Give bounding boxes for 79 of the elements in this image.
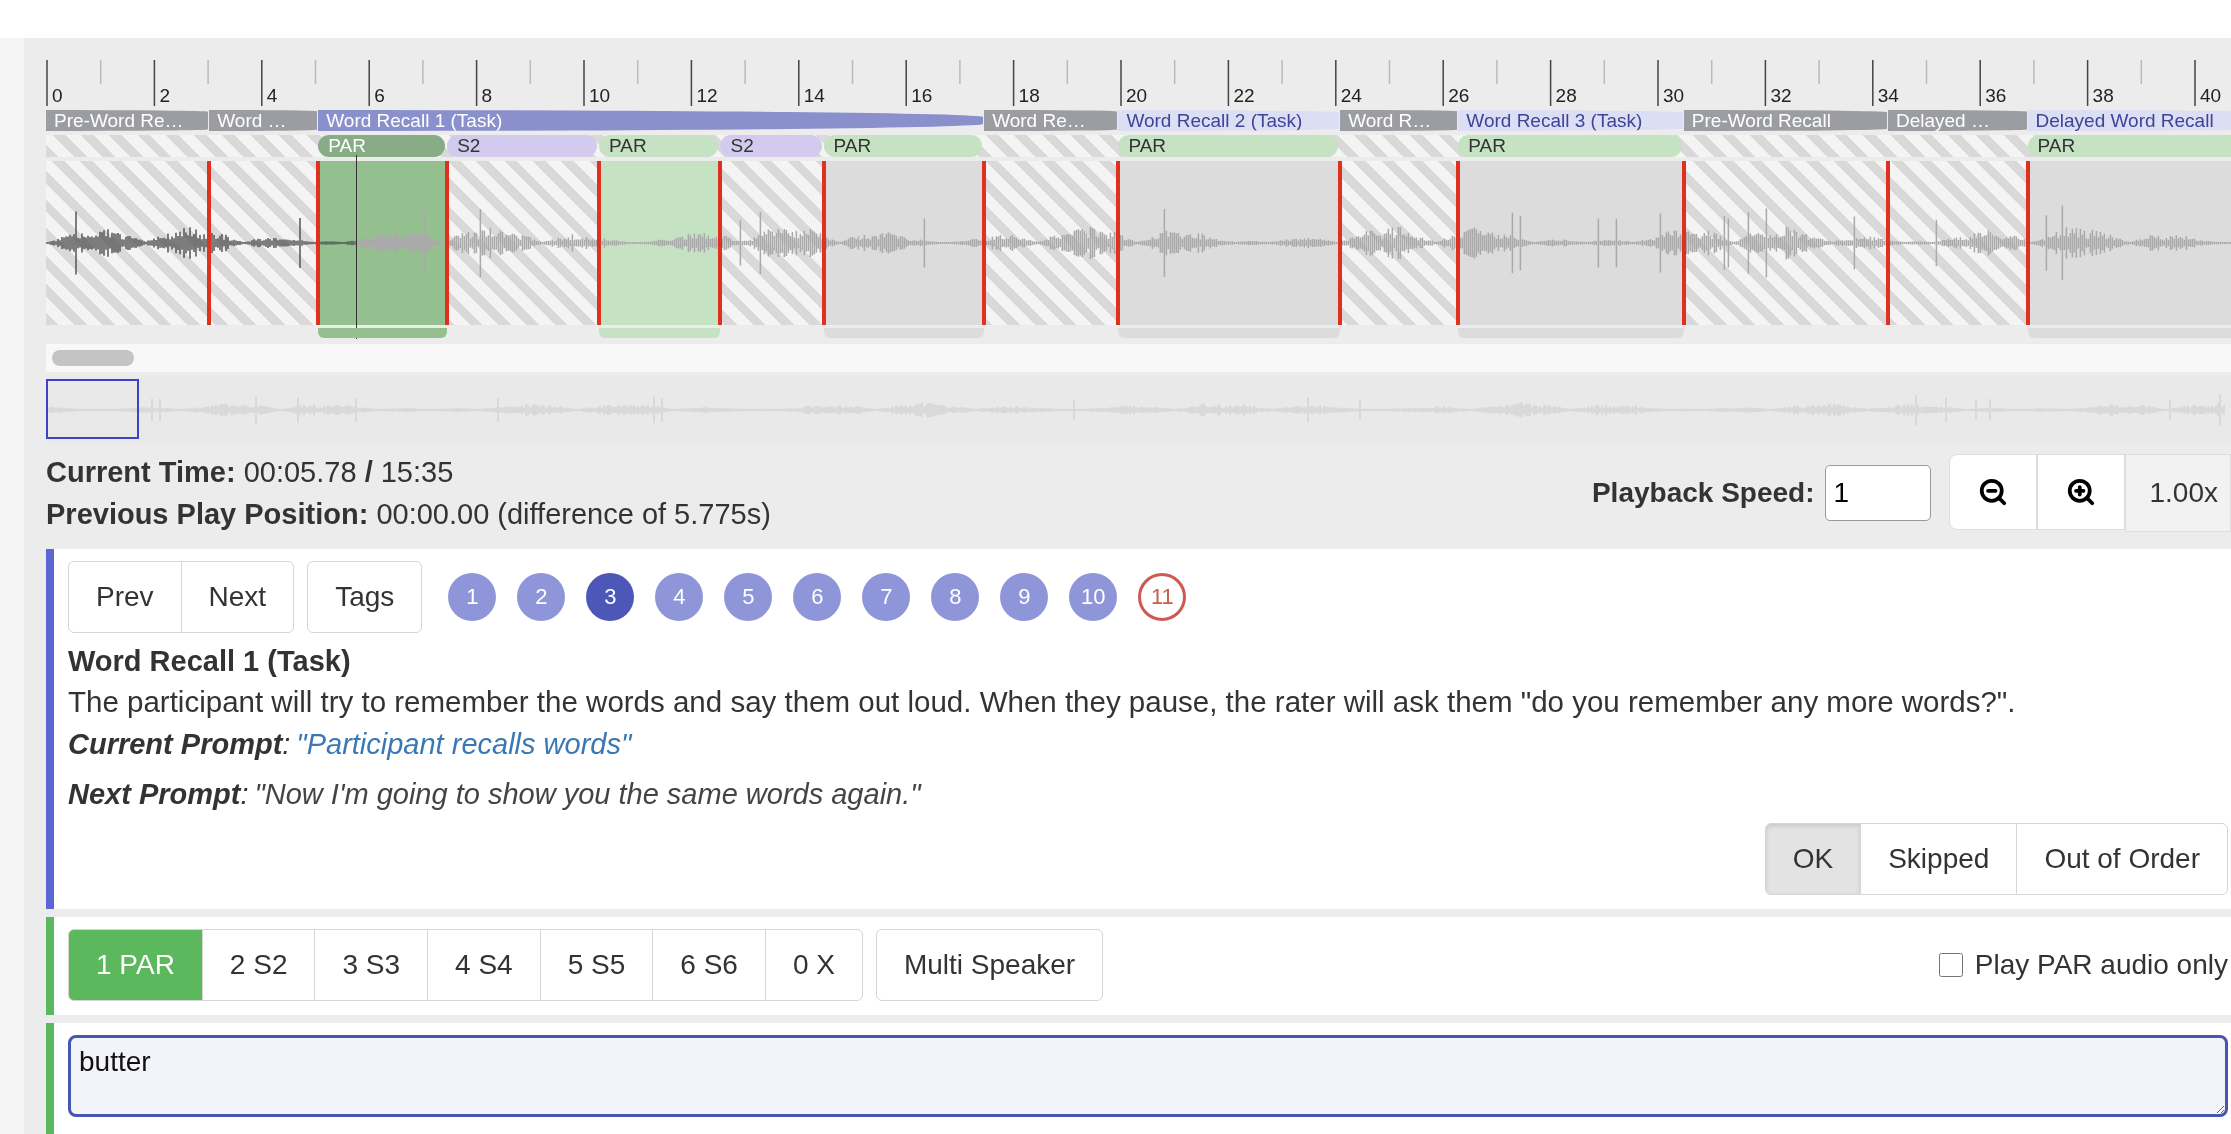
ruler-label: 38 <box>2092 86 2114 106</box>
nav-button[interactable]: Next <box>180 561 295 633</box>
ruler-label: 24 <box>1340 86 1362 106</box>
multi-speaker-button[interactable]: Multi Speaker <box>875 929 1104 1001</box>
speaker-button[interactable]: 0 X <box>764 929 863 1001</box>
ruler-label: 6 <box>374 86 385 106</box>
speaker-segment[interactable]: PAR <box>2027 135 2231 157</box>
step-button[interactable]: 3 <box>586 573 635 621</box>
speaker-segment[interactable]: S2 <box>447 135 598 157</box>
prompt-label: Next Prompt: <box>68 778 249 810</box>
scrollbar-thumb[interactable] <box>52 350 134 366</box>
ruler-label: 22 <box>1233 86 1255 106</box>
prompt-text: "Now I'm going to show you the same words again." <box>254 778 921 810</box>
ruler-label: 18 <box>1018 86 1040 106</box>
ruler-label: 28 <box>1555 86 1577 106</box>
ruler-label: 12 <box>696 86 718 106</box>
speed-label: Playback Speed: <box>1591 477 1815 509</box>
speaker-segment[interactable]: S2 <box>720 135 822 157</box>
ruler-label: 26 <box>1448 86 1470 106</box>
boundary-marker[interactable] <box>2025 161 2030 325</box>
boundary-marker[interactable] <box>718 161 723 325</box>
ruler-label: 16 <box>911 86 933 106</box>
transcript-field[interactable]: butter <box>68 1035 2228 1117</box>
speaker-button[interactable]: 6 S6 <box>652 929 766 1001</box>
speed-input[interactable]: 1 <box>1824 465 1931 521</box>
task-segment[interactable]: Delayed Word Recall <box>2027 110 2231 131</box>
ruler-label: 8 <box>481 86 493 106</box>
nav-button[interactable]: Prev <box>68 561 182 633</box>
par-only-checkbox[interactable] <box>1938 953 1963 977</box>
zoom-out-icon <box>1977 477 2008 507</box>
ruler-label: 14 <box>803 86 825 106</box>
checkbox-label: Play PAR audio only <box>1974 949 2228 981</box>
speaker-button[interactable]: 3 S3 <box>314 929 429 1001</box>
prompt-text: "Participant recalls words" <box>296 728 632 760</box>
status-button[interactable]: Out of Order <box>2016 823 2228 895</box>
boundary-marker[interactable] <box>316 161 321 325</box>
zoom-in-button[interactable] <box>2036 454 2125 530</box>
speaker-button[interactable]: 2 S2 <box>201 929 316 1001</box>
zoom-level: 1.00x <box>2124 454 2231 532</box>
prompt-label: Current Prompt: <box>68 728 291 760</box>
boundary-marker[interactable] <box>1681 161 1686 325</box>
ruler-label: 0 <box>52 86 63 106</box>
ruler-label: 20 <box>1126 86 1148 106</box>
task-segment[interactable]: Word Recall 3 (Task) <box>1458 110 1683 131</box>
speaker-button[interactable]: 5 S5 <box>539 929 654 1001</box>
boundary-marker[interactable] <box>1116 161 1121 325</box>
status-button[interactable]: Skipped <box>1860 823 2018 895</box>
zoom-out-button[interactable] <box>1948 454 2037 530</box>
ruler-label: 2 <box>159 86 170 106</box>
current-time: Current Time: 00:05.78 / 15:35 <box>46 455 455 490</box>
tags-button[interactable]: Tags <box>307 561 423 633</box>
ruler-label: 4 <box>266 86 278 106</box>
ruler-label: 10 <box>589 86 611 106</box>
boundary-marker[interactable] <box>982 161 987 325</box>
boundary-marker[interactable] <box>445 161 450 325</box>
section-title: Word Recall 1 (Task) <box>68 644 352 679</box>
boundary-marker[interactable] <box>207 161 212 325</box>
speaker-button[interactable]: 4 S4 <box>427 929 541 1001</box>
previous-position: Previous Play Position: 00:00.00 (difference of 5.775s) <box>46 497 771 532</box>
ruler-label: 30 <box>1663 86 1685 106</box>
step-button[interactable]: 11 <box>1138 573 1187 621</box>
section-description: The participant will try to remember the words and say them out loud. When they pause, the rater will ask them "do you remember any more words?". <box>68 684 2017 720</box>
speaker-segment[interactable]: PAR <box>599 135 719 157</box>
speaker-segment[interactable]: PAR <box>1118 135 1339 157</box>
speaker-segment[interactable]: PAR <box>823 135 983 157</box>
ruler-label: 40 <box>2200 86 2222 106</box>
ruler-label: 32 <box>1770 86 1792 106</box>
boundary-marker[interactable] <box>1885 161 1890 325</box>
boundary-marker[interactable] <box>597 161 602 325</box>
boundary-marker[interactable] <box>1456 161 1461 325</box>
status-button[interactable]: OK <box>1764 823 1862 895</box>
ruler-label: 36 <box>1985 86 2007 106</box>
speaker-segment[interactable]: PAR <box>1458 135 1682 157</box>
viewport-frame[interactable] <box>46 379 139 439</box>
boundary-marker[interactable] <box>821 161 826 325</box>
ruler-label: 34 <box>1877 86 1899 106</box>
zoom-in-icon <box>2065 477 2096 507</box>
task-segment[interactable]: Word Recall 2 (Task) <box>1118 110 1340 131</box>
boundary-marker[interactable] <box>1338 161 1343 325</box>
